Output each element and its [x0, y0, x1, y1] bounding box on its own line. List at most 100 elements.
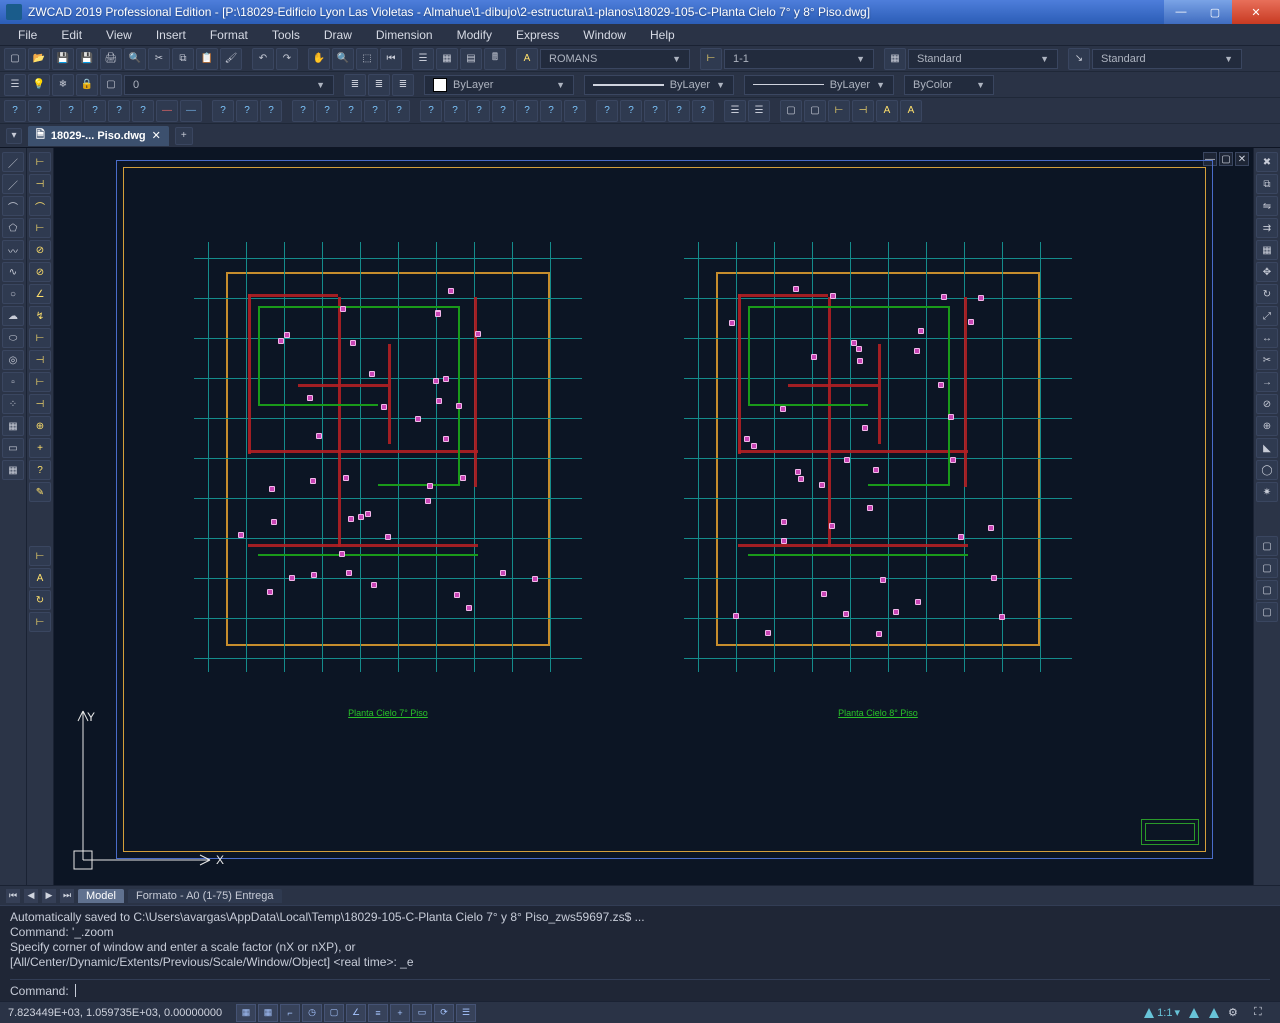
- explode-icon[interactable]: ✷: [1256, 482, 1278, 502]
- dim-ord-icon[interactable]: ⊢: [29, 218, 51, 238]
- donut-icon[interactable]: ◎: [2, 350, 24, 370]
- zoom-prev-icon[interactable]: ⏮: [380, 48, 402, 70]
- status-coords[interactable]: 7.823449E+03, 1.059735E+03, 0.00000000: [8, 1007, 228, 1019]
- trim-icon[interactable]: ✂: [1256, 350, 1278, 370]
- paste-icon[interactable]: 📋: [196, 48, 218, 70]
- menu-help[interactable]: Help: [638, 26, 687, 44]
- tabs-chevron-icon[interactable]: ▾: [6, 128, 22, 144]
- hatch-icon[interactable]: ▦: [2, 416, 24, 436]
- dim-edit-icon[interactable]: ✎: [29, 482, 51, 502]
- point-icon[interactable]: ⁘: [2, 394, 24, 414]
- tablestyle-icon[interactable]: ▦: [884, 48, 906, 70]
- dyn-toggle[interactable]: +: [390, 1004, 410, 1022]
- tab-prev-icon[interactable]: ◀: [24, 889, 38, 903]
- help-icon[interactable]: ?: [4, 100, 26, 122]
- mleaderstyle-combo[interactable]: Standard ▼: [1092, 49, 1242, 69]
- copy-obj-icon[interactable]: ⧉: [1256, 174, 1278, 194]
- dim-dia-icon[interactable]: ⊘: [29, 262, 51, 282]
- dim-text-icon[interactable]: A: [29, 568, 51, 588]
- help-icon[interactable]: ?: [668, 100, 690, 122]
- command-window[interactable]: Automatically saved to C:\Users\avargas\…: [0, 905, 1280, 1001]
- menu-format[interactable]: Format: [198, 26, 260, 44]
- close-tab-icon[interactable]: ✕: [152, 129, 161, 142]
- snap-toggle[interactable]: ▦: [236, 1004, 256, 1022]
- ortho-toggle[interactable]: ⌐: [280, 1004, 300, 1022]
- help-icon[interactable]: ?: [28, 100, 50, 122]
- annovis-toggle[interactable]: [1188, 1007, 1200, 1019]
- new-icon[interactable]: ▢: [4, 48, 26, 70]
- help-icon[interactable]: ?: [444, 100, 466, 122]
- arc-icon[interactable]: ⌒: [2, 196, 24, 216]
- line-icon[interactable]: ／: [2, 152, 24, 172]
- list-icon[interactable]: ☰: [724, 100, 746, 122]
- dim-inspect-icon[interactable]: ?: [29, 460, 51, 480]
- plotstyle-combo[interactable]: ByColor ▼: [904, 75, 994, 95]
- dim-icon[interactable]: ⊣: [852, 100, 874, 122]
- menu-dimension[interactable]: Dimension: [364, 26, 445, 44]
- menu-view[interactable]: View: [94, 26, 144, 44]
- otrack-toggle[interactable]: ∠: [346, 1004, 366, 1022]
- help-icon[interactable]: ?: [236, 100, 258, 122]
- redo-icon[interactable]: ↷: [276, 48, 298, 70]
- command-input[interactable]: Command:: [10, 979, 1270, 997]
- mleaderstyle-icon[interactable]: ↘: [1068, 48, 1090, 70]
- menu-insert[interactable]: Insert: [144, 26, 198, 44]
- close-button[interactable]: ✕: [1232, 0, 1280, 24]
- dim-arc-icon[interactable]: ⌒: [29, 196, 51, 216]
- fillet-icon[interactable]: ◯: [1256, 460, 1278, 480]
- help-icon[interactable]: ?: [492, 100, 514, 122]
- dim-update-icon[interactable]: ↻: [29, 590, 51, 610]
- dim-oblique-icon[interactable]: ⊢: [29, 546, 51, 566]
- help-icon[interactable]: ?: [540, 100, 562, 122]
- circle-icon[interactable]: ○: [2, 284, 24, 304]
- model-toggle[interactable]: ▭: [412, 1004, 432, 1022]
- help-icon[interactable]: ?: [620, 100, 642, 122]
- text-A-icon[interactable]: A: [900, 100, 922, 122]
- dimstyle-icon[interactable]: ⊢: [700, 48, 722, 70]
- annoauto-toggle[interactable]: [1208, 1007, 1220, 1019]
- dim-rad-icon[interactable]: ⊘: [29, 240, 51, 260]
- textstyle-A-icon[interactable]: A: [516, 48, 538, 70]
- grid-toggle[interactable]: ▦: [258, 1004, 278, 1022]
- menu-express[interactable]: Express: [504, 26, 571, 44]
- scale-icon[interactable]: ⤢: [1256, 306, 1278, 326]
- dim-space-icon[interactable]: ⊢: [29, 372, 51, 392]
- layer-iso-icon[interactable]: ≣: [392, 74, 414, 96]
- list-icon[interactable]: ☰: [748, 100, 770, 122]
- clean-screen-icon[interactable]: ⛶: [1254, 1006, 1272, 1019]
- help-icon[interactable]: ?: [468, 100, 490, 122]
- layer-bulb-icon[interactable]: 💡: [28, 74, 50, 96]
- workspace-switch-icon[interactable]: ⚙: [1228, 1006, 1246, 1019]
- stretch-icon[interactable]: ↔: [1256, 328, 1278, 348]
- viewport-2-icon[interactable]: ▢: [1256, 558, 1278, 578]
- polyline-icon[interactable]: 〰: [2, 240, 24, 260]
- print-icon[interactable]: 🖨: [100, 48, 122, 70]
- new-tab-icon[interactable]: +: [175, 127, 193, 145]
- xline-icon[interactable]: ／: [2, 174, 24, 194]
- layer-lock-icon[interactable]: 🔒: [76, 74, 98, 96]
- pan-icon[interactable]: ✋: [308, 48, 330, 70]
- zoom-win-icon[interactable]: ⬚: [356, 48, 378, 70]
- cycling-toggle[interactable]: ⟳: [434, 1004, 454, 1022]
- zoom-rt-icon[interactable]: 🔍: [332, 48, 354, 70]
- tab-next-icon[interactable]: ▶: [42, 889, 56, 903]
- line-blue-icon[interactable]: —: [180, 100, 202, 122]
- layer-states-icon[interactable]: ≣: [368, 74, 390, 96]
- menu-file[interactable]: File: [6, 26, 49, 44]
- help-icon[interactable]: ?: [644, 100, 666, 122]
- help-icon[interactable]: ?: [132, 100, 154, 122]
- region-icon[interactable]: ▭: [2, 438, 24, 458]
- extra-toggle[interactable]: ☰: [456, 1004, 476, 1022]
- saveas-icon[interactable]: 💾: [76, 48, 98, 70]
- tablestyle-combo[interactable]: Standard ▼: [908, 49, 1058, 69]
- dim-icon[interactable]: ⊢: [828, 100, 850, 122]
- dimstyle-combo[interactable]: 1-1 ▼: [724, 49, 874, 69]
- break-icon[interactable]: ⊘: [1256, 394, 1278, 414]
- layer-color-icon[interactable]: ▢: [100, 74, 122, 96]
- dim-cont-icon[interactable]: ⊣: [29, 350, 51, 370]
- linetype-combo[interactable]: ByLayer ▼: [584, 75, 734, 95]
- preview-icon[interactable]: 🔍: [124, 48, 146, 70]
- help-icon[interactable]: ?: [292, 100, 314, 122]
- polar-toggle[interactable]: ◷: [302, 1004, 322, 1022]
- tolerance-icon[interactable]: ⊕: [29, 416, 51, 436]
